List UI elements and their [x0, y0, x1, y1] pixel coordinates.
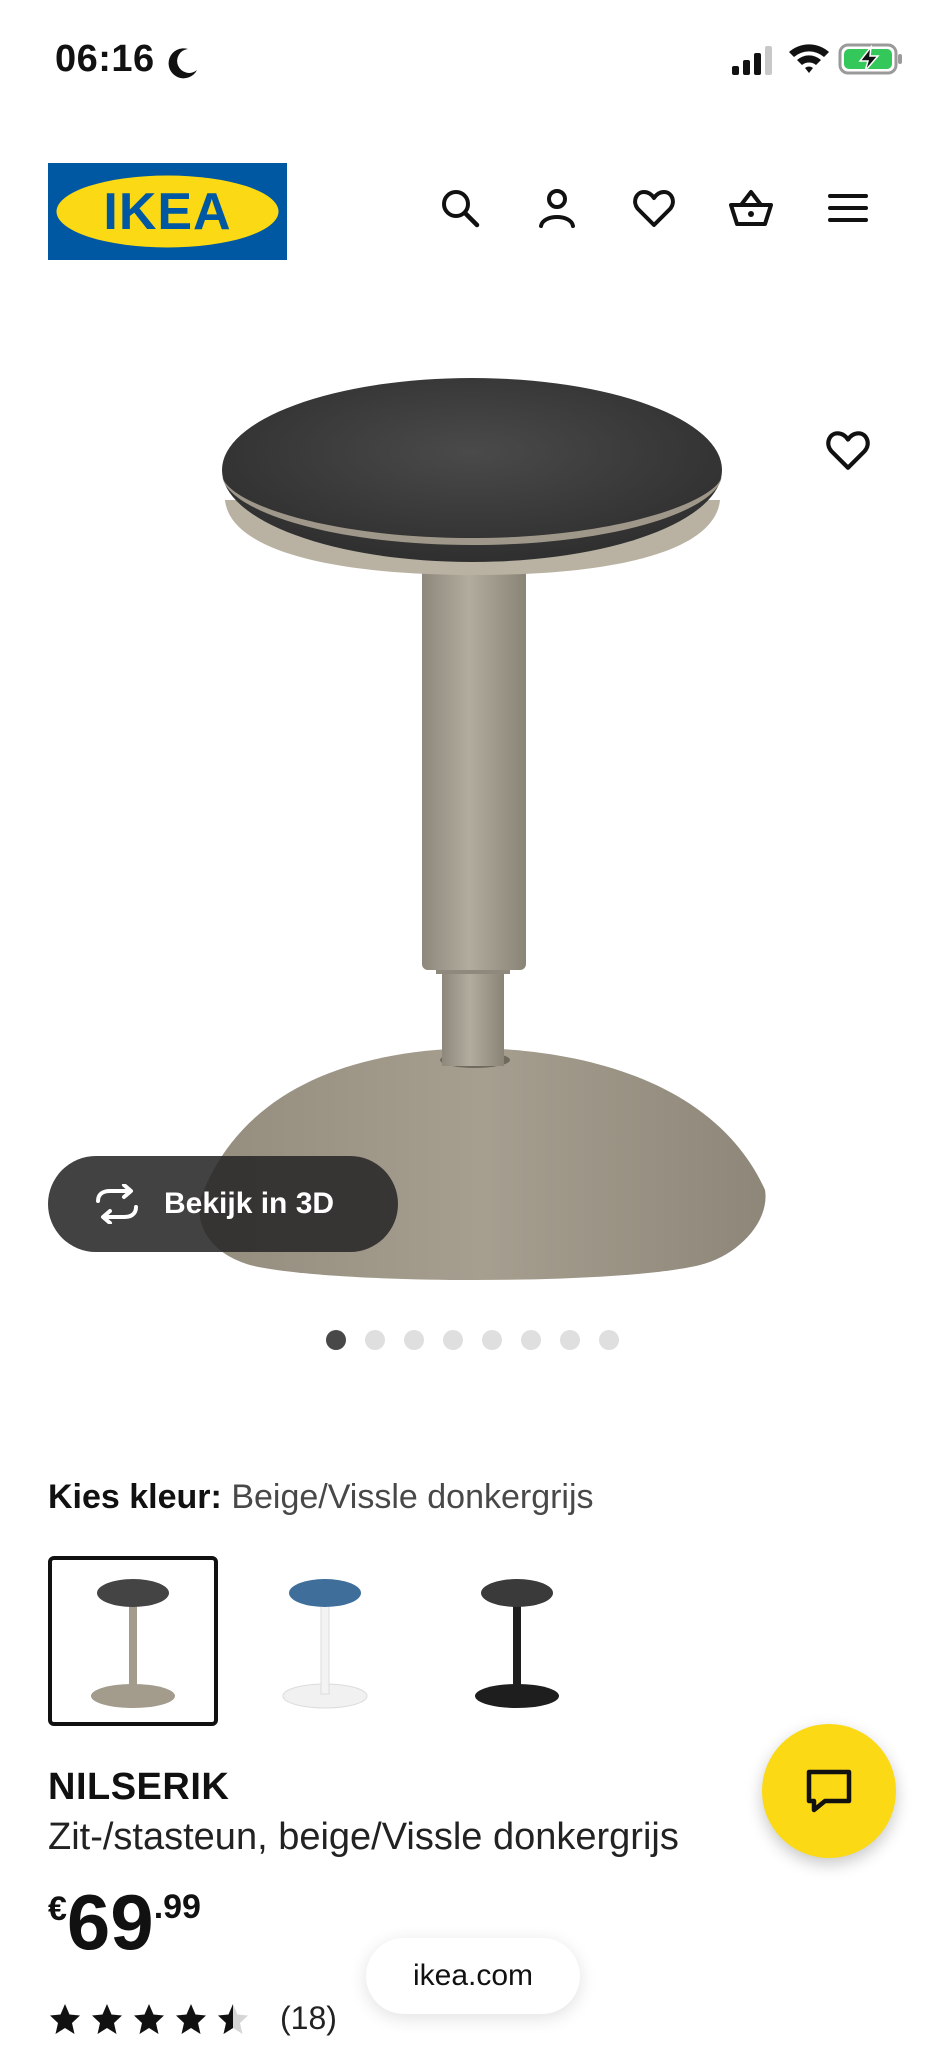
svg-text:IKEA: IKEA: [103, 183, 231, 241]
color-swatches: [48, 1556, 624, 1726]
star-icon: [50, 2003, 80, 2034]
star-icon: [176, 2003, 206, 2034]
price-decimals: .99: [153, 1888, 201, 1926]
menu-icon[interactable]: [820, 180, 876, 236]
search-icon[interactable]: [432, 180, 488, 236]
carousel-dot[interactable]: [443, 1330, 463, 1350]
rotate-3d-icon: [96, 1184, 138, 1224]
carousel-dot[interactable]: [560, 1330, 580, 1350]
signal-icon: [732, 46, 772, 75]
half-star-icon: [218, 2003, 248, 2034]
battery-charging-icon: [838, 43, 902, 75]
carousel-dot[interactable]: [365, 1330, 385, 1350]
wifi-icon: [789, 44, 829, 73]
carousel-dots: [326, 1330, 619, 1350]
swatch-black[interactable]: [432, 1556, 602, 1726]
view-3d-label: Bekijk in 3D: [164, 1187, 335, 1220]
heart-icon[interactable]: [626, 180, 682, 236]
favorite-button[interactable]: [808, 410, 888, 490]
price: € 69 .99: [48, 1880, 201, 1964]
star-icon: [92, 2003, 122, 2034]
cart-icon[interactable]: [723, 180, 779, 236]
chat-button[interactable]: [762, 1724, 896, 1858]
rating-count[interactable]: (18): [280, 2000, 337, 2037]
carousel-dot[interactable]: [521, 1330, 541, 1350]
chat-icon: [806, 1769, 852, 1813]
browser-url-pill[interactable]: ikea.com: [366, 1938, 580, 2014]
price-currency: €: [48, 1890, 67, 1928]
color-label: Kies kleur: Beige/Vissle donkergrijs: [48, 1478, 594, 1517]
carousel-dot[interactable]: [482, 1330, 502, 1350]
status-bar: 06:16: [0, 0, 946, 120]
ikea-logo[interactable]: IKEA: [48, 163, 287, 260]
carousel-dot[interactable]: [326, 1330, 346, 1350]
price-integer: 69: [66, 1878, 154, 1966]
product-image[interactable]: [0, 330, 946, 1300]
color-value: Beige/Vissle donkergrijs: [231, 1478, 594, 1516]
product-name: NILSERIK: [48, 1766, 230, 1808]
carousel-dot[interactable]: [599, 1330, 619, 1350]
view-3d-button[interactable]: Bekijk in 3D: [48, 1156, 398, 1252]
product-rating[interactable]: (18): [48, 2000, 337, 2037]
heart-icon: [826, 431, 870, 470]
swatch-blue-white[interactable]: [240, 1556, 410, 1726]
color-label-title: Kies kleur:: [48, 1478, 222, 1516]
star-icon: [134, 2003, 164, 2034]
carousel-dot[interactable]: [404, 1330, 424, 1350]
swatch-beige-grey[interactable]: [48, 1556, 218, 1726]
product-description: Zit-/stasteun, beige/Vissle donkergrijs: [48, 1816, 679, 1858]
status-time: 06:16: [55, 38, 155, 80]
site-header: IKEA: [0, 160, 946, 260]
moon-icon: [168, 48, 197, 79]
account-icon[interactable]: [529, 180, 585, 236]
